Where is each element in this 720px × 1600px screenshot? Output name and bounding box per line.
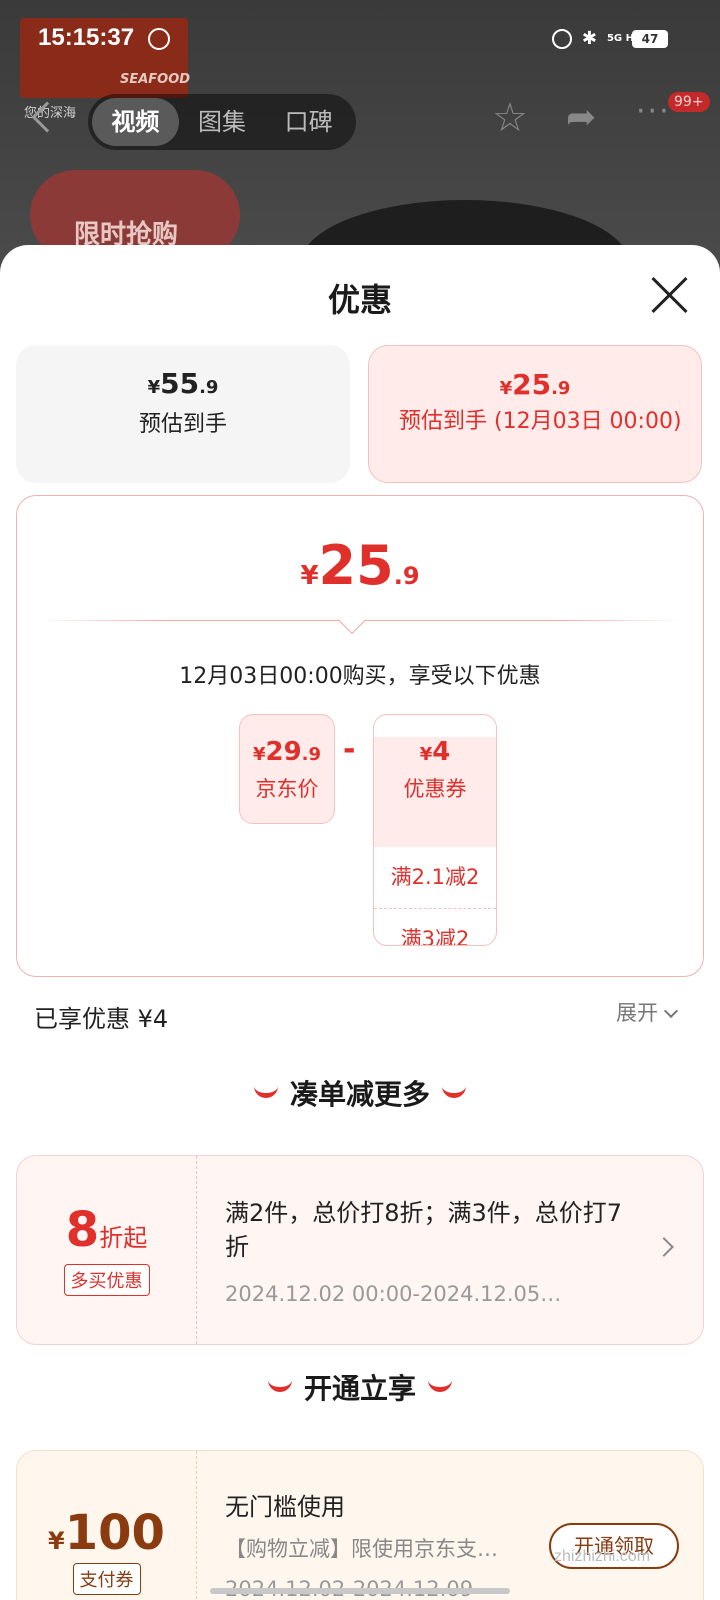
logo-subtitle: SEAFOOD: [120, 72, 191, 87]
bluetooth-icon: ✱: [581, 28, 597, 49]
close-icon[interactable]: [650, 275, 690, 315]
coupon-tag: 支付券: [72, 1563, 141, 1595]
jd-price-chip: ¥29.9 京东价: [239, 714, 335, 824]
section-title-membership: 开通立享: [0, 1367, 720, 1407]
coupon-title: 无门槛使用: [225, 1493, 345, 1521]
coupon-summary: ¥4 优惠券: [374, 737, 496, 847]
multi-buy-offer-card[interactable]: 8折起 多买优惠 满2件，总价打8折；满3件，总价打7折 2024.12.02 …: [16, 1155, 704, 1345]
alarm-icon: [551, 28, 572, 49]
expand-label: 展开: [616, 1001, 658, 1025]
option-label: 预估到手: [138, 412, 227, 437]
discount-sheet: 优惠 ¥55.9 预估到手 ¥25.9 预估到手 (12月03日 00:00) …: [0, 245, 720, 1600]
option-label: 预估到手 (12月03日 00:00): [399, 409, 682, 434]
price-option-current[interactable]: ¥55.9 预估到手: [16, 345, 350, 483]
tab-reviews[interactable]: 口碑: [265, 98, 352, 146]
status-bar: 15:15:37 ✱ 5G HD ◠ 47: [0, 0, 720, 72]
media-tabs: 视频 图集 口碑: [88, 94, 356, 150]
option-price: ¥55.9: [147, 367, 219, 400]
expand-button[interactable]: 展开: [616, 997, 679, 1027]
enjoyed-discount: 已享优惠 ¥4: [34, 1005, 169, 1033]
coupon-description: 【购物立减】限使用京东支…: [225, 1537, 498, 1561]
smile-icon: [428, 1378, 452, 1392]
tab-gallery[interactable]: 图集: [179, 98, 266, 146]
favorite-star-icon[interactable]: ☆: [492, 98, 528, 138]
price-breakdown-card: ¥25.9 12月03日00:00购买，享受以下优惠 ¥29.9 京东价 - ¥…: [16, 495, 704, 977]
chevron-right-icon: [654, 1237, 674, 1257]
top-nav: 视频 图集 口碑 ☆ ➦ ··· 99+: [0, 92, 720, 152]
coupon-amount: ¥4: [419, 737, 451, 767]
price-option-scheduled[interactable]: ¥25.9 预估到手 (12月03日 00:00): [368, 345, 702, 483]
offer-description: 满2件，总价打8折；满3件，总价打7折: [225, 1199, 623, 1261]
section-title-text: 凑单减更多: [289, 1078, 430, 1111]
coupon-badge: ¥100 支付券: [17, 1451, 197, 1600]
jd-price-label: 京东价: [255, 777, 319, 801]
coupon-chip: ¥4 优惠券 满2.1减2 满3减2: [373, 714, 497, 946]
jd-price-value: ¥29.9: [252, 737, 322, 767]
coupon-value: ¥100: [48, 1505, 165, 1561]
smile-icon: [442, 1084, 466, 1098]
smile-icon: [253, 1084, 278, 1098]
minus-operator: -: [343, 732, 356, 767]
discount-value: 8折起: [65, 1202, 148, 1258]
coupon-label: 优惠券: [403, 777, 467, 801]
watermark: zhizhizhi.com: [554, 1548, 651, 1565]
share-icon[interactable]: ➦: [566, 100, 596, 136]
smile-icon: [267, 1378, 292, 1392]
section-title-text: 开通立享: [303, 1372, 416, 1405]
home-indicator[interactable]: [210, 1588, 510, 1594]
option-price: ¥25.9: [499, 368, 571, 401]
tab-video[interactable]: 视频: [92, 98, 179, 146]
message-badge: 99+: [668, 92, 710, 112]
breakdown-subtitle: 12月03日00:00购买，享受以下优惠: [179, 664, 541, 689]
coupon-rule: 满3减2: [374, 908, 496, 945]
back-icon[interactable]: [31, 101, 63, 133]
offer-tag: 多买优惠: [63, 1264, 150, 1296]
more-icon[interactable]: ···: [636, 94, 671, 129]
chevron-down-icon: [663, 1003, 679, 1019]
pay-coupon-card: ¥100 支付券 无门槛使用 【购物立减】限使用京东支… 2024.12.02-…: [16, 1450, 704, 1600]
coupon-rule: 满2.1减2: [390, 865, 480, 889]
offer-badge: 8折起 多买优惠: [17, 1156, 197, 1344]
offer-date: 2024.12.02 00:00-2024.12.05…: [225, 1282, 562, 1306]
notification-icon: [148, 28, 170, 50]
section-title-bundle: 凑单减更多: [0, 1073, 720, 1113]
divider-notch: [337, 605, 367, 635]
battery-icon: 47: [632, 30, 668, 48]
status-time: 15:15:37: [38, 24, 135, 51]
sheet-title: 优惠: [327, 281, 392, 319]
final-price: ¥25.9: [300, 534, 420, 597]
